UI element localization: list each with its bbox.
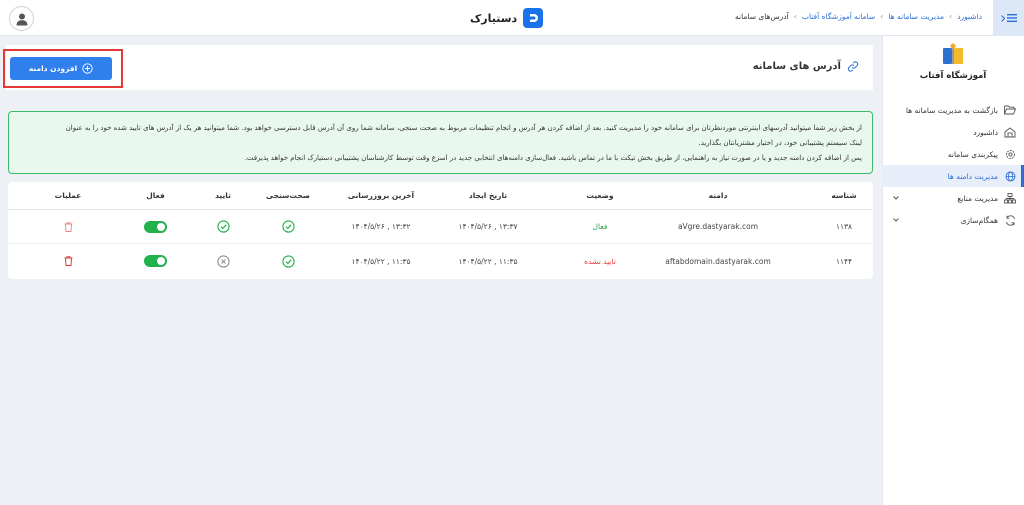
chevron-down-icon — [893, 196, 899, 200]
header-status: وضعیت — [586, 191, 614, 200]
cell-ops — [38, 244, 98, 278]
brand-name: دستیارک — [470, 11, 518, 25]
user-icon — [16, 13, 27, 25]
header-ops: عملیات — [54, 191, 82, 200]
hamburger-icon — [1006, 14, 1017, 22]
header-updated: آخرین بروزرسانی — [347, 191, 415, 200]
check-circle-icon — [216, 220, 230, 233]
cell-status: فعال — [592, 222, 608, 231]
brand-logo-icon — [523, 8, 544, 28]
breadcrumb-dashboard[interactable]: داشبورد — [957, 12, 982, 21]
org-logo-icon — [940, 42, 966, 68]
info-line-1: از بخش زیر شما میتوانید آدرسهای اینترنتی… — [65, 124, 862, 132]
page-title: آدرس های سامانه — [752, 60, 841, 72]
active-toggle[interactable] — [144, 220, 167, 233]
breadcrumb-current: آدرس‌های سامانه — [735, 12, 789, 21]
sidebar-toggle-button[interactable] — [993, 0, 1024, 36]
page-title-group: آدرس های سامانه — [753, 60, 859, 72]
globe-icon — [1004, 170, 1016, 182]
domains-table: شناسه دامنه وضعیت تاریخ ایجاد آخرین بروز… — [8, 182, 873, 279]
cell-created: ۱۴۰۴/۵/۲۶ , ۱۳:۳۷ — [458, 222, 518, 231]
header-health: صحت‌سنجی — [265, 191, 311, 200]
cell-created: ۱۴۰۴/۵/۲۲ , ۱۱:۳۵ — [458, 256, 518, 266]
cell-id: ۱۱۴۴ — [835, 256, 853, 266]
check-circle-icon — [281, 220, 295, 233]
trash-icon[interactable] — [64, 221, 73, 232]
sidebar-item-label: پیکربندی سامانه — [947, 149, 998, 159]
highlight-frame — [3, 49, 123, 88]
link-icon — [847, 60, 859, 72]
cell-ops — [38, 210, 98, 243]
folder-open-icon — [1004, 104, 1016, 116]
user-avatar-button[interactable] — [9, 6, 34, 31]
table-row: ۱۱۴۴ aftabdomain.dastyarak.com تایید نشد… — [8, 244, 873, 278]
org-name: آموزشگاه آفتاب — [919, 71, 987, 81]
table-header: شناسه دامنه وضعیت تاریخ ایجاد آخرین بروز… — [8, 182, 873, 210]
cell-domain: aVgre.dastyarak.com — [677, 222, 759, 231]
cell-status: تایید نشده — [584, 256, 616, 266]
sidebar-item-resources[interactable]: مدیریت منابع — [882, 187, 1024, 209]
header-domain: دامنه — [708, 191, 728, 200]
breadcrumb-systems[interactable]: مدیریت سامانه ها — [888, 12, 944, 21]
sidebar-item-label: مدیریت دامنه ها — [947, 171, 998, 181]
page-header: آدرس های سامانه — [6, 45, 873, 90]
info-alert: از بخش زیر شما میتوانید آدرسهای اینترنتی… — [8, 111, 873, 174]
dashboard-icon — [1004, 126, 1016, 138]
sidebar-item-back[interactable]: بازگشت به مدیریت سامانه ها — [882, 99, 1024, 121]
breadcrumb-system[interactable]: سامانه آموزشگاه آفتاب — [802, 12, 875, 21]
sidebar-item-domains[interactable]: مدیریت دامنه ها — [882, 165, 1024, 187]
brand[interactable]: دستیارک — [470, 8, 544, 28]
cell-active — [128, 244, 183, 278]
server-icon — [1004, 192, 1016, 204]
table-row: ۱۱۳۸ aVgre.dastyarak.com فعال ۱۴۰۴/۵/۲۶ … — [8, 210, 873, 244]
breadcrumb: داشبورد ‹ مدیریت سامانه ها ‹ سامانه آموز… — [735, 12, 982, 21]
sidebar-item-label: داشبورد — [973, 127, 998, 137]
sidebar-item-dashboard[interactable]: داشبورد — [882, 121, 1024, 143]
trash-icon[interactable] — [64, 256, 73, 266]
header-id: شناسه — [831, 191, 857, 200]
x-circle-icon — [216, 254, 230, 268]
active-toggle[interactable] — [144, 255, 167, 267]
cell-health — [253, 244, 323, 278]
chevron-down-icon — [893, 218, 899, 222]
cell-id: ۱۱۳۸ — [835, 222, 853, 231]
cell-active — [128, 210, 183, 243]
chevron-right-small-icon — [1000, 14, 1005, 22]
org-header: آموزشگاه آفتاب — [882, 42, 1024, 81]
header-created: تاریخ ایجاد — [468, 191, 508, 200]
sidebar-item-label: مدیریت منابع — [957, 193, 998, 203]
sidebar-item-config[interactable]: پیکربندی سامانه — [882, 143, 1024, 165]
header-active: فعال — [146, 191, 165, 200]
gear-icon — [1004, 148, 1016, 160]
chevron-left-icon: ‹ — [880, 12, 884, 21]
cell-health — [253, 210, 323, 243]
sidebar-item-label: بازگشت به مدیریت سامانه ها — [905, 105, 998, 115]
cell-verify — [198, 244, 248, 278]
sync-icon — [1004, 214, 1016, 226]
header-verify: تایید — [215, 191, 231, 200]
cell-updated: ۱۴۰۴/۵/۲۶ , ۱۳:۳۲ — [351, 222, 411, 231]
check-circle-icon — [281, 254, 295, 268]
sidebar-nav: بازگشت به مدیریت سامانه ها داشبورد پیکرب… — [882, 99, 1024, 231]
sidebar-item-sync[interactable]: همگام‌سازی — [882, 209, 1024, 231]
chevron-left-icon: ‹ — [793, 12, 797, 21]
info-line-2: لینک سیستم پشتیبانی خود، در اختیار مشتری… — [698, 139, 862, 147]
top-bar: دستیارک داشبورد ‹ مدیریت سامانه ها ‹ سام… — [0, 0, 1024, 36]
cell-updated: ۱۴۰۴/۵/۲۲ , ۱۱:۳۵ — [351, 256, 411, 266]
sidebar: آموزشگاه آفتاب بازگشت به مدیریت سامانه ه… — [882, 36, 1024, 505]
cell-verify — [198, 210, 248, 243]
sidebar-item-label: همگام‌سازی — [960, 215, 998, 225]
cell-domain: aftabdomain.dastyarak.com — [665, 256, 771, 266]
chevron-left-icon: ‹ — [948, 12, 953, 21]
info-line-3: پس از اضافه کردن دامنه جدید و یا در صورت… — [244, 154, 862, 162]
